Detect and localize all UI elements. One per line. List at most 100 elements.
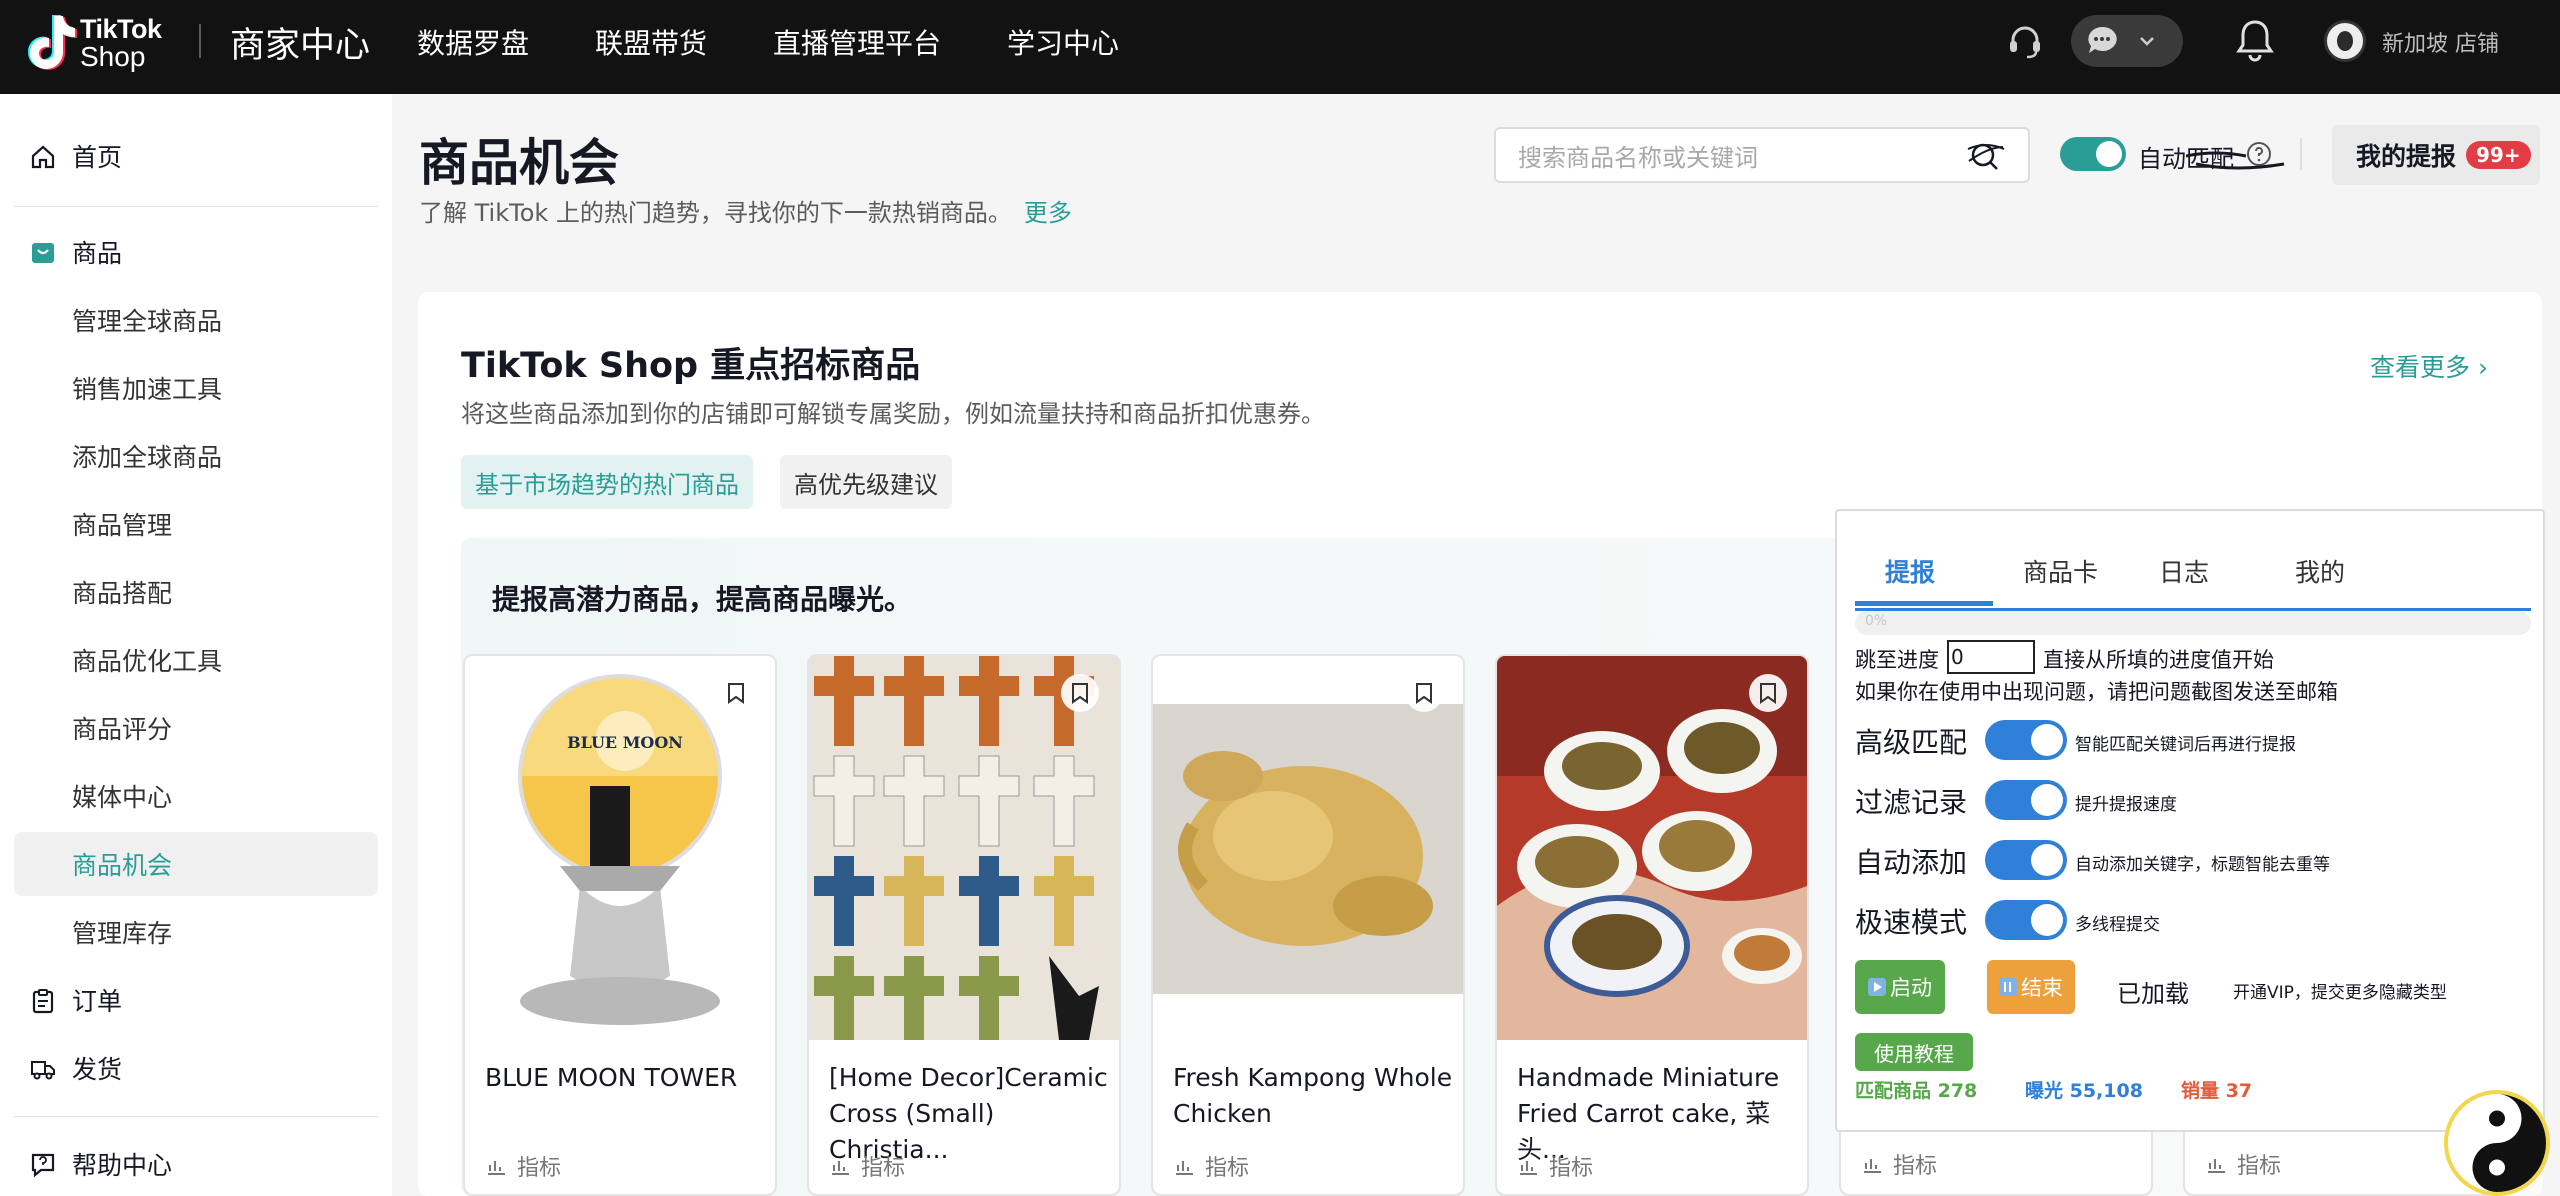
bookmark-icon[interactable]: [1405, 674, 1443, 712]
jump-progress-input[interactable]: [1947, 640, 2035, 674]
option-label-filter-records: 过滤记录: [1855, 786, 1968, 819]
jump-tip: 直接从所填的进度值开始: [2043, 648, 2274, 672]
logo-divider: [199, 24, 201, 58]
product-card[interactable]: Fresh Kampong Whole Chicken 指标: [1151, 654, 1465, 1196]
chip-high-priority[interactable]: 高优先级建议: [780, 455, 952, 509]
toggle-auto-add[interactable]: [1985, 840, 2067, 880]
option-label-speed-mode: 极速模式: [1855, 906, 1968, 939]
product-name: BLUE MOON TOWER: [485, 1063, 738, 1092]
toggle-filter-records[interactable]: [1985, 780, 2067, 820]
bookmark-icon[interactable]: [717, 674, 755, 712]
my-report-button[interactable]: 我的提报 99+: [2332, 125, 2540, 185]
card-subtitle: 将这些商品添加到你的店铺即可解锁专属奖励，例如流量扶持和商品折扣优惠券。: [461, 400, 1325, 428]
sidebar-item-rating[interactable]: 商品评分: [14, 696, 378, 760]
tutorial-button[interactable]: 使用教程: [1855, 1033, 1973, 1071]
bookmark-icon[interactable]: [1061, 674, 1099, 712]
yin-yang-icon[interactable]: [2444, 1090, 2550, 1196]
nav-learning-center[interactable]: 学习中心: [1007, 22, 1119, 62]
more-link[interactable]: 更多: [1024, 199, 1072, 227]
option-label-advanced-match: 高级匹配: [1855, 726, 1968, 759]
sidebar-item-label: 发货: [72, 1055, 123, 1084]
start-button[interactable]: 启动: [1855, 960, 1945, 1014]
headset-icon[interactable]: [2006, 22, 2044, 60]
search-icon[interactable]: [1966, 139, 2006, 173]
brand-title[interactable]: 商家中心: [230, 17, 370, 68]
sidebar-item-label: 商品: [72, 239, 123, 268]
jump-label: 跳至进度: [1855, 648, 1939, 672]
bar-chart-icon: [1520, 1161, 1537, 1175]
nav-live-platform[interactable]: 直播管理平台: [773, 22, 941, 62]
sidebar-item-orders[interactable]: 订单: [14, 968, 378, 1032]
sidebar-item-optimizer[interactable]: 商品优化工具: [14, 628, 378, 692]
tiktok-shop-logo[interactable]: TikTok Shop: [26, 12, 162, 74]
sidebar: 首页 商品 管理全球商品 销售加速工具 添加全球商品 商品管理 商品搭配 商品优…: [0, 94, 392, 1196]
sidebar-item-bundles[interactable]: 商品搭配: [14, 560, 378, 624]
bar-chart-icon: [1176, 1161, 1193, 1175]
option-label-auto-add: 自动添加: [1855, 846, 1968, 879]
start-label: 启动: [1890, 976, 1932, 1000]
vip-tip[interactable]: 开通VIP，提交更多隐藏类型: [2233, 978, 2447, 1003]
bar-chart-icon: [1864, 1159, 1881, 1173]
sidebar-item-add-global[interactable]: 添加全球商品: [14, 424, 378, 488]
nav-data-compass[interactable]: 数据罗盘: [417, 22, 529, 62]
sidebar-item-sales-accelerator[interactable]: 销售加速工具: [14, 356, 378, 420]
product-metric[interactable]: 指标: [485, 1150, 561, 1182]
product-image-miniature-carrot-cake: [1497, 656, 1807, 1040]
tab-mine[interactable]: 我的: [2295, 553, 2345, 589]
store-switcher[interactable]: 新加坡 店铺: [2382, 26, 2499, 58]
metric-label: 指标: [861, 1156, 906, 1181]
see-more-link[interactable]: 查看更多 ›: [2370, 348, 2488, 384]
product-metric[interactable]: 指标: [1861, 1148, 1937, 1180]
sidebar-item-label: 首页: [72, 143, 123, 172]
tab-report[interactable]: 提报: [1885, 553, 1935, 589]
page-subtitle: 了解 TikTok 上的热门趋势，寻找你的下一款热销商品。 更多: [419, 193, 1072, 228]
chevron-down-icon: [2140, 37, 2154, 46]
sidebar-item-shipping[interactable]: 发货: [14, 1036, 378, 1100]
sidebar-item-media-center[interactable]: 媒体中心: [14, 764, 378, 828]
product-metric[interactable]: 指标: [1173, 1150, 1249, 1182]
stat-exposure: 曝光 55,108: [2025, 1080, 2143, 1102]
product-card[interactable]: BLUE MOON BLUE MOON TOWER 指标: [463, 654, 777, 1196]
option-desc: 自动添加关键字，标题智能去重等: [2075, 855, 2330, 875]
sidebar-item-product-manage[interactable]: 商品管理: [14, 492, 378, 556]
logo-line1: TikTok: [80, 14, 162, 44]
sidebar-item-help[interactable]: 帮助中心: [14, 1132, 378, 1196]
product-metric[interactable]: 指标: [1517, 1150, 1593, 1182]
play-icon: [1868, 978, 1886, 996]
stop-button[interactable]: 结束: [1987, 960, 2075, 1014]
card-title: TikTok Shop 重点招标商品: [461, 346, 921, 386]
bell-icon[interactable]: [2235, 18, 2275, 62]
toggle-advanced-match[interactable]: [1985, 720, 2067, 760]
active-tab-indicator: [1855, 601, 1993, 606]
metric-label: 指标: [2237, 1154, 2282, 1179]
help-chat-icon: [31, 1153, 55, 1178]
chip-market-trends[interactable]: 基于市场趋势的热门商品: [461, 455, 753, 509]
sidebar-item-products[interactable]: 商品: [14, 220, 378, 284]
bar-chart-icon: [488, 1161, 505, 1175]
sidebar-item-home[interactable]: 首页: [14, 124, 378, 188]
sidebar-item-opportunities[interactable]: 商品机会: [14, 832, 378, 896]
tab-product-card[interactable]: 商品卡: [2023, 553, 2098, 589]
sidebar-item-manage-global[interactable]: 管理全球商品: [14, 288, 378, 352]
report-count-badge: 99+: [2466, 141, 2531, 169]
bookmark-icon[interactable]: [1749, 674, 1787, 712]
product-card[interactable]: [Home Decor]Ceramic Cross (Small) Christ…: [807, 654, 1121, 1196]
store-avatar[interactable]: [2324, 20, 2366, 62]
search-input[interactable]: 搜索商品名称或关键词: [1494, 127, 2030, 183]
nav-affiliate[interactable]: 联盟带货: [595, 22, 707, 62]
auto-match-toggle[interactable]: [2060, 137, 2126, 171]
product-metric[interactable]: 指标: [829, 1150, 905, 1182]
message-dropdown[interactable]: [2071, 15, 2183, 67]
page-subtitle-text: 了解 TikTok 上的热门趋势，寻找你的下一款热销商品。: [419, 199, 1012, 227]
plugin-tabs: 提报 商品卡 日志 我的: [1855, 541, 2531, 611]
product-metric[interactable]: 指标: [2205, 1148, 2281, 1180]
sidebar-item-inventory[interactable]: 管理库存: [14, 900, 378, 964]
my-report-label: 我的提报: [2356, 142, 2457, 171]
product-card[interactable]: Handmade Miniature Fried Carrot cake, 菜头…: [1495, 654, 1809, 1196]
toggle-speed-mode[interactable]: [1985, 900, 2067, 940]
option-desc: 智能匹配关键词后再进行提报: [2075, 735, 2296, 755]
pause-icon: [1999, 978, 2017, 996]
svg-text:BLUE MOON: BLUE MOON: [567, 733, 683, 752]
option-desc: 多线程提交: [2075, 915, 2160, 935]
tab-log[interactable]: 日志: [2159, 553, 2209, 589]
